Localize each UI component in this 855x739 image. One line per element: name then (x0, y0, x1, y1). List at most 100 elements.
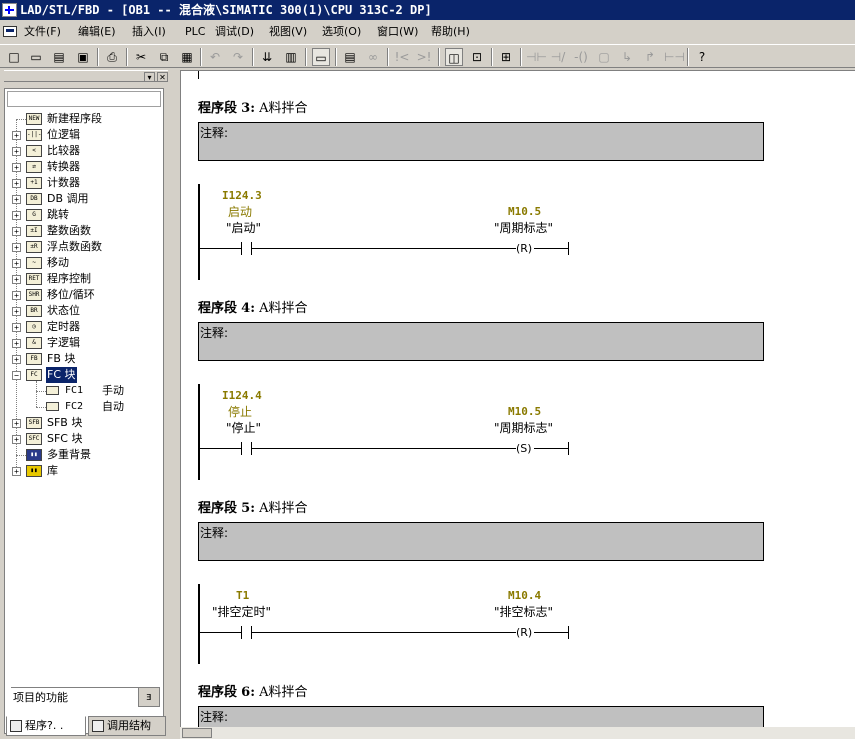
overview-icon[interactable]: ▭ (312, 48, 330, 66)
tab-call-structure[interactable]: 调用结构 (88, 716, 166, 736)
tree-item-bit-logic[interactable]: + -||- 位逻辑 (5, 127, 155, 143)
redo-icon[interactable]: ↷ (229, 48, 247, 66)
expand-icon[interactable]: + (12, 291, 21, 300)
help-cursor-icon[interactable]: ? (693, 48, 711, 66)
menu-insert[interactable]: 插入(I) (130, 24, 168, 40)
reset-coil[interactable]: (R) (516, 242, 532, 255)
connection-icon[interactable]: ⊢⊣ (664, 48, 685, 66)
menu-view[interactable]: 视图(V) (267, 24, 309, 40)
no-contact-left[interactable] (241, 626, 242, 639)
view-detail-icon[interactable]: ⊡ (468, 48, 486, 66)
expand-icon[interactable]: + (12, 131, 21, 140)
expand-icon[interactable]: + (12, 275, 21, 284)
pane-close-icon[interactable]: ✕ (157, 72, 168, 82)
menu-window[interactable]: 窗口(W) (375, 24, 420, 40)
tree-item-timer[interactable]: + ◷ 定时器 (5, 319, 155, 335)
expand-icon[interactable]: + (12, 243, 21, 252)
expand-icon[interactable]: + (12, 259, 21, 268)
tree-item-fb-block[interactable]: + FB FB 块 (5, 351, 155, 367)
nc-contact-icon[interactable]: ⊣⊢ (526, 48, 547, 66)
undo-icon[interactable]: ↶ (206, 48, 224, 66)
accessible-nodes-icon[interactable]: ▤ (50, 48, 68, 66)
new-network-tb-icon[interactable]: ⊞ (497, 48, 515, 66)
tree-item-db-call[interactable]: + DB DB 调用 (5, 191, 155, 207)
copy-icon[interactable]: ⧉ (155, 48, 173, 66)
save-icon[interactable]: ▣ (74, 48, 92, 66)
monitor-icon[interactable]: ▥ (282, 48, 300, 66)
expand-icon[interactable]: + (12, 179, 21, 188)
menu-file[interactable]: 文件(F) (22, 24, 63, 40)
download-icon[interactable]: ⇊ (258, 48, 276, 66)
expand-icon[interactable]: + (12, 307, 21, 316)
tree-item-word-logic[interactable]: + & 字逻辑 (5, 335, 155, 351)
branch-open-icon[interactable]: ↳ (618, 48, 636, 66)
new-icon[interactable]: □ (5, 48, 23, 66)
expand-icon[interactable]: + (12, 323, 21, 332)
module-info-icon[interactable]: ▤ (341, 48, 359, 66)
scroll-thumb[interactable] (182, 728, 212, 738)
fb-block-icon: FB (26, 353, 42, 365)
tree-item-new-network[interactable]: NEW 新建程序段 (5, 111, 155, 127)
network-5-comment[interactable]: 注释: (198, 522, 764, 561)
expand-icon[interactable]: + (12, 355, 21, 364)
reset-coil[interactable]: (R) (516, 626, 532, 639)
expand-icon[interactable]: + (12, 211, 21, 220)
expand-icon[interactable]: + (12, 419, 21, 428)
menu-debug[interactable]: 调试(D) (213, 24, 256, 40)
tree-item-library[interactable]: + ▮▮ 库 (5, 463, 155, 479)
tree-item-fc-block[interactable]: − FC FC 块 (5, 367, 155, 383)
horizontal-scrollbar[interactable] (180, 727, 855, 739)
menu-plc[interactable]: PLC (183, 24, 207, 40)
no-contact-left[interactable] (241, 442, 242, 455)
no-contact-icon[interactable]: ⊣/⊢ (549, 48, 567, 82)
expand-icon[interactable]: + (12, 147, 21, 156)
network-4-comment[interactable]: 注释: (198, 322, 764, 361)
tree-item-program-control[interactable]: + RET 程序控制 (5, 271, 155, 287)
tree-item-converter[interactable]: + ⇄ 转换器 (5, 159, 155, 175)
paste-icon[interactable]: ▦ (178, 48, 196, 66)
menu-options[interactable]: 选项(O) (320, 24, 363, 40)
empty-box-icon[interactable]: ▢ (595, 48, 613, 66)
set-coil[interactable]: (S) (516, 442, 532, 455)
expand-icon[interactable]: + (12, 163, 21, 172)
print-icon[interactable]: ⎙ (103, 48, 121, 66)
open-icon[interactable]: ▭ (27, 48, 45, 66)
ladder-editor[interactable]: 程序段 3: A料拌合 注释: I124.3 启动 "启动" M10.5 "周期… (180, 70, 855, 739)
tree-item-counter[interactable]: + +1 计数器 (5, 175, 155, 191)
window-layout-icon[interactable]: ◫ (445, 48, 463, 66)
tree-item-multi-instance[interactable]: ▮▮ 多重背景 (5, 447, 155, 463)
expand-icon[interactable]: + (12, 195, 21, 204)
expand-icon[interactable]: + (12, 339, 21, 348)
tab-program-elements[interactable]: 程序?. . (6, 716, 86, 736)
menu-help[interactable]: 帮助(H) (429, 24, 472, 40)
tree-item-status-bit[interactable]: + BR 状态位 (5, 303, 155, 319)
breakpoint-prev-icon[interactable]: !< (393, 48, 411, 66)
network-3-comment[interactable]: 注释: (198, 122, 764, 161)
expand-icon[interactable]: + (12, 467, 21, 476)
no-contact-left[interactable] (241, 242, 242, 255)
coil-icon[interactable]: -() (572, 48, 590, 66)
tree-item-integer-function[interactable]: + ±I 整数函数 (5, 223, 155, 239)
branch-close-icon[interactable]: ↱ (641, 48, 659, 66)
tree-item-sfc-block[interactable]: + SFC SFC 块 (5, 431, 155, 447)
tree-item-fc1[interactable]: FC1 手动 (5, 383, 160, 399)
expand-icon[interactable]: + (12, 435, 21, 444)
tree-item-jump[interactable]: + G 跳转 (5, 207, 155, 223)
menu-edit[interactable]: 编辑(E) (76, 24, 118, 40)
document-window-icon[interactable] (3, 26, 17, 37)
tree-item-comparator[interactable]: + < 比较器 (5, 143, 155, 159)
tree-item-float-function[interactable]: + ±R 浮点数函数 (5, 239, 155, 255)
pane-splitter[interactable] (172, 70, 180, 739)
breakpoint-next-icon[interactable]: >! (415, 48, 433, 66)
tree-item-fc2[interactable]: FC2 自动 (5, 399, 160, 415)
pin-icon[interactable]: ⱻ (138, 687, 160, 707)
tree-item-move[interactable]: + ~ 移动 (5, 255, 155, 271)
pane-collapse-icon[interactable]: ▾ (144, 72, 155, 82)
tree-item-sfb-block[interactable]: + SFB SFB 块 (5, 415, 155, 431)
collapse-icon[interactable]: − (12, 371, 21, 380)
tree-item-shift-rotate[interactable]: + SHR 移位/循环 (5, 287, 155, 303)
menu-bar: 文件(F) 编辑(E) 插入(I) PLC 调试(D) 视图(V) 选项(O) … (0, 22, 855, 42)
expand-icon[interactable]: + (12, 227, 21, 236)
cut-icon[interactable]: ✂ (132, 48, 150, 66)
glasses-icon[interactable]: ∞ (364, 48, 382, 66)
